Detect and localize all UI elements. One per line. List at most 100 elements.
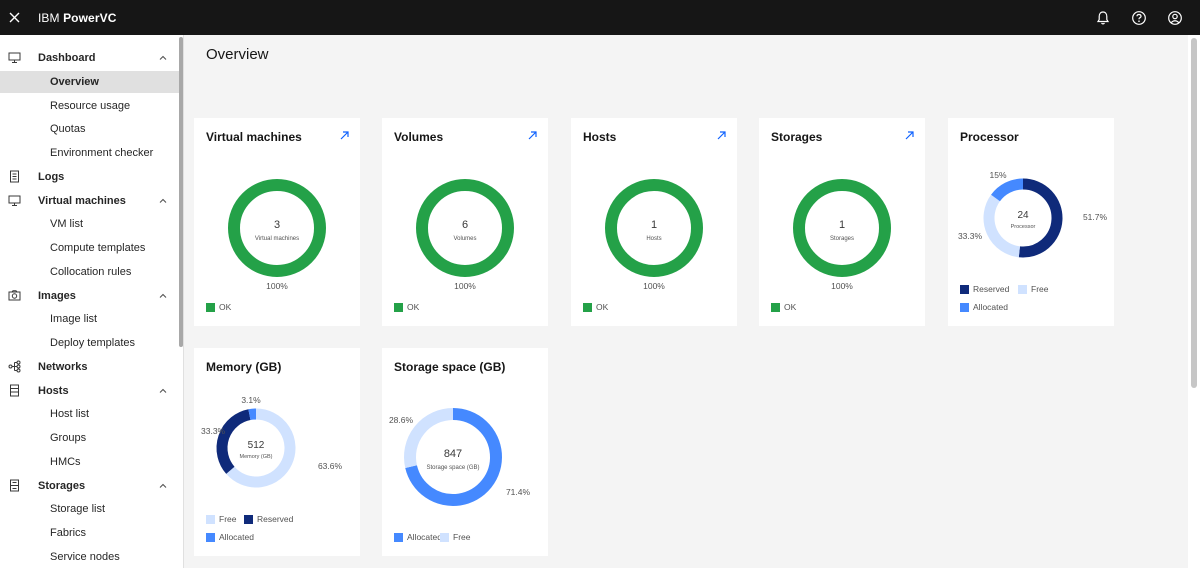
sidebar-item-networks[interactable]: Networks [0, 356, 180, 378]
legend-label: Free [219, 514, 237, 524]
donut-segment-allocated [248, 408, 257, 421]
card-hosts: Hosts 1 Hosts 100% OK [571, 118, 737, 326]
brand-name: PowerVC [63, 10, 117, 25]
side-navigation: Dashboard Overview Resource usage Quotas Env… [0, 35, 184, 568]
sidebar-item-label: Resource usage [50, 99, 131, 112]
legend-swatch [394, 302, 403, 312]
percent-label: 100% [454, 281, 476, 291]
sidebar-item-label: Storages [38, 479, 86, 492]
sidebar-item-logs[interactable]: Logs [0, 166, 180, 188]
legend-swatch [394, 532, 403, 542]
user-profile-button[interactable] [1164, 7, 1186, 29]
notifications-button[interactable] [1092, 7, 1114, 29]
brand-prefix: IBM [38, 10, 64, 25]
page-scrollbar-thumb[interactable] [1191, 38, 1197, 388]
legend-swatch [206, 514, 215, 524]
count-label: Hosts [646, 236, 661, 242]
sidebar-item-vm-list[interactable]: VM list [0, 213, 180, 235]
monitor-icon [8, 51, 21, 64]
sidebar-item-service-nodes[interactable]: Service nodes [0, 546, 180, 568]
sidebar-item-label: Virtual machines [38, 194, 126, 207]
sidebar-item-hmcs[interactable]: HMCs [0, 451, 180, 473]
count-label: Storages [830, 236, 854, 242]
chevron-up-icon[interactable] [158, 53, 168, 63]
sidebar-item-overview[interactable]: Overview [0, 70, 180, 93]
sidebar-item-label: Groups [50, 432, 87, 444]
legend-allocated: Allocated [206, 532, 254, 542]
page-scrollbar[interactable] [1188, 35, 1200, 568]
sidebar-item-resource-usage[interactable]: Resource usage [0, 95, 180, 117]
sidebar-item-host-list[interactable]: Host list [0, 403, 180, 425]
legend-swatch [960, 302, 969, 312]
count-value: 1 [651, 219, 657, 231]
sidebar-item-groups[interactable]: Groups [0, 427, 180, 449]
log-icon [8, 170, 21, 183]
sidebar-item-dashboard[interactable]: Dashboard [0, 47, 180, 69]
card-virtual-machines: Virtual machines 3 Virtual machines 100%… [194, 118, 360, 326]
sidebar-item-fabrics[interactable]: Fabrics [0, 522, 180, 544]
segment-label-free: 33.3% [958, 231, 983, 241]
legend-swatch [206, 302, 215, 312]
chevron-up-icon[interactable] [158, 481, 168, 491]
sidebar-item-label: Host list [50, 408, 90, 421]
segment-label-allocated: 71.4% [506, 487, 531, 497]
sidebar-item-image-list[interactable]: Image list [0, 308, 180, 330]
product-name[interactable]: IBM PowerVC [38, 11, 116, 25]
legend-label: Free [453, 532, 471, 542]
top-bar: IBM PowerVC [0, 0, 1200, 35]
legend-swatch [206, 532, 215, 542]
sidebar-item-storages[interactable]: Storages [0, 475, 180, 497]
count-value: 3 [274, 219, 280, 231]
sidebar-item-label: Collocation rules [50, 265, 132, 278]
chevron-up-icon[interactable] [158, 291, 168, 301]
legend-free: Free [440, 532, 470, 542]
sidebar-item-label: Networks [38, 360, 88, 373]
chevron-up-icon[interactable] [158, 196, 168, 206]
card-memory: Memory (GB) 512 Memory (GB) 63.6% 33.3% … [194, 348, 360, 556]
legend-ok: OK [206, 302, 231, 312]
sidebar-item-hosts[interactable]: Hosts [0, 380, 180, 402]
legend-label: OK [784, 302, 797, 312]
count-value: 1 [839, 219, 845, 231]
legend-free: Free [1018, 284, 1048, 294]
donut-segment-reserved [216, 409, 251, 474]
legend-label: Free [1031, 284, 1049, 294]
count-label: Memory (GB) [240, 454, 273, 460]
count-value: 847 [444, 448, 462, 460]
sidebar-item-label: Dashboard [38, 52, 96, 64]
card-storages: Storages 1 Storages 100% OK [759, 118, 925, 326]
count-label: Virtual machines [255, 236, 299, 242]
sidebar-item-label: Deploy templates [50, 337, 135, 349]
sidebar-item-label: Compute templates [50, 242, 146, 254]
legend-swatch [1018, 284, 1027, 294]
legend-swatch [771, 302, 780, 312]
sidebar-item-virtual-machines[interactable]: Virtual machines [0, 190, 180, 212]
server-icon [8, 384, 21, 397]
bell-icon [1096, 10, 1110, 24]
segment-label-allocated: 3.1% [241, 395, 261, 405]
help-button[interactable] [1128, 7, 1150, 29]
sidebar-item-label: Overview [50, 75, 99, 88]
percent-label: 100% [643, 281, 665, 291]
user-avatar-icon [1168, 10, 1182, 25]
sidebar-item-collocation-rules[interactable]: Collocation rules [0, 261, 180, 283]
segment-label-free: 28.6% [389, 415, 414, 425]
sidebar-scrollbar[interactable] [179, 37, 183, 347]
card-storage-space: Storage space (GB) 847 Storage space (GB… [382, 348, 548, 556]
sidebar-item-storage-list[interactable]: Storage list [0, 498, 180, 520]
sidebar-item-environment-checker[interactable]: Environment checker [0, 142, 180, 164]
sidebar-item-compute-templates[interactable]: Compute templates [0, 237, 180, 259]
sidebar-item-quotas[interactable]: Quotas [0, 118, 180, 140]
sidebar-item-label: Environment checker [50, 147, 154, 159]
count-label: Volumes [453, 236, 476, 242]
legend-swatch [440, 532, 449, 542]
sidebar-item-images[interactable]: Images [0, 285, 180, 307]
sidebar-item-deploy-templates[interactable]: Deploy templates [0, 332, 180, 354]
legend-label: Allocated [219, 532, 254, 542]
count-label: Processor [1011, 224, 1036, 230]
chevron-up-icon[interactable] [158, 386, 168, 396]
help-icon [1132, 10, 1146, 25]
legend-ok: OK [771, 302, 796, 312]
close-menu-button[interactable] [0, 0, 28, 35]
sidebar-item-label: Hosts [38, 384, 69, 397]
